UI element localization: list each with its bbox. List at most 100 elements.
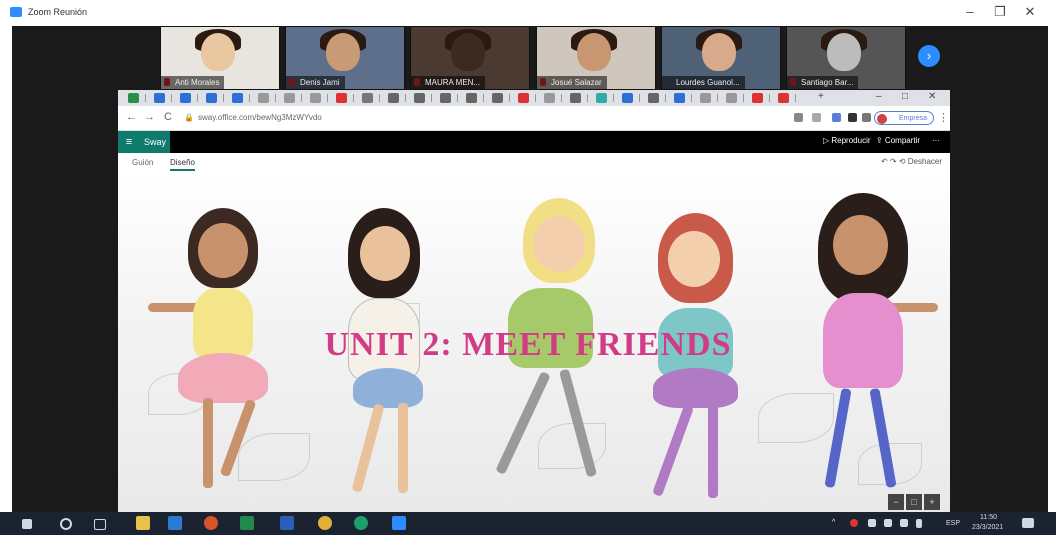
browser-tab[interactable]	[518, 93, 529, 103]
profile-button[interactable]: Empresa	[874, 111, 934, 125]
fit-button[interactable]: □	[906, 494, 922, 510]
clock-time[interactable]: 11:50	[980, 514, 997, 521]
play-button[interactable]: ▷ Reproducir	[823, 136, 871, 145]
browser-tab[interactable]	[752, 93, 763, 103]
new-tab-button[interactable]: +	[818, 91, 824, 102]
browser-tab[interactable]	[596, 93, 607, 103]
browser-tab[interactable]	[726, 93, 737, 103]
participant-face	[326, 33, 360, 71]
word-icon[interactable]	[280, 516, 294, 530]
task-view-icon[interactable]	[94, 519, 106, 530]
share-button[interactable]: ⇪ Compartir	[876, 136, 920, 145]
url-field[interactable]: sway.office.com/bewNg3MzWYvdo	[198, 113, 322, 122]
participant-tile[interactable]: Denis Jami	[285, 26, 405, 90]
forward-button[interactable]: →	[144, 111, 155, 123]
media-icon[interactable]	[862, 113, 871, 122]
browser-tab[interactable]	[674, 93, 685, 103]
browser-tab[interactable]	[362, 93, 373, 103]
more-options-icon[interactable]: ···	[932, 136, 940, 145]
browser-tab[interactable]	[544, 93, 555, 103]
search-icon[interactable]	[60, 518, 72, 530]
notifications-icon[interactable]	[1022, 518, 1034, 528]
tab-separator	[561, 94, 562, 102]
browser-tab[interactable]	[232, 93, 243, 103]
browser-minimize-button[interactable]: –	[876, 91, 882, 102]
browser-tab[interactable]	[492, 93, 503, 103]
next-participants-button[interactable]: ›	[918, 45, 940, 67]
language-indicator[interactable]: ESP	[946, 520, 960, 527]
chevron-right-icon: ›	[926, 48, 932, 63]
window-title: Zoom Reunión	[28, 7, 88, 17]
app-icon[interactable]	[354, 516, 368, 530]
reload-button[interactable]: C	[164, 111, 172, 123]
browser-tab[interactable]	[440, 93, 451, 103]
browser-tab[interactable]	[622, 93, 633, 103]
zoom-in-button[interactable]: +	[924, 494, 940, 510]
tab-storyline[interactable]: Guión	[132, 158, 153, 167]
browser-tab[interactable]	[388, 93, 399, 103]
zoom-titlebar: Zoom Reunión – ❐ ✕	[0, 0, 1056, 26]
participant-face	[451, 33, 485, 71]
extensions-puzzle-icon[interactable]	[848, 113, 857, 122]
browser-tab[interactable]	[206, 93, 217, 103]
tab-separator	[691, 94, 692, 102]
undo-redo-controls[interactable]: ↶ ↷ ⟲ Deshacer	[881, 157, 942, 166]
tray-app-icon[interactable]	[850, 519, 858, 527]
volume-icon[interactable]	[884, 519, 892, 527]
browser-tab[interactable]	[154, 93, 165, 103]
hamburger-menu-icon[interactable]: ≡	[118, 131, 140, 153]
maximize-button[interactable]: ❐	[990, 4, 1010, 20]
participant-tile[interactable]: Josué Salazar	[536, 26, 656, 90]
participant-tile[interactable]: Lourdes Guanol...	[661, 26, 781, 90]
windows-start-icon[interactable]	[22, 519, 32, 529]
browser-tab[interactable]	[648, 93, 659, 103]
participant-name: Denis Jami	[286, 76, 345, 89]
browser-tab[interactable]	[466, 93, 477, 103]
tab-design[interactable]: Diseño	[170, 158, 195, 171]
clock-date[interactable]: 23/3/2021	[972, 524, 1003, 531]
participant-face	[201, 33, 235, 71]
zoom-taskbar-icon[interactable]	[392, 516, 406, 530]
browser-tab[interactable]	[778, 93, 789, 103]
participant-name: Josué Salazar	[537, 76, 607, 89]
browser-tab[interactable]	[414, 93, 425, 103]
participant-tile[interactable]: Santiago Bar...	[786, 26, 906, 90]
zoom-out-button[interactable]: −	[888, 494, 904, 510]
browser-tab[interactable]	[336, 93, 347, 103]
tab-separator	[353, 94, 354, 102]
browser-tab[interactable]	[128, 93, 139, 103]
browser-tab[interactable]	[284, 93, 295, 103]
browser-tab[interactable]	[310, 93, 321, 103]
meeting-view: Anti Morales Denis Jami MAURA MEN... Jos…	[12, 26, 1048, 512]
windows-taskbar: ^ ESP 11:50 23/3/2021	[0, 512, 1056, 535]
star-icon[interactable]	[812, 113, 821, 122]
browser-maximize-button[interactable]: □	[902, 91, 908, 102]
browser-tab[interactable]	[700, 93, 711, 103]
address-bar-row: ← → C 🔒 sway.office.com/bewNg3MzWYvdo Em…	[118, 106, 950, 131]
browser-close-button[interactable]: ✕	[928, 91, 936, 102]
extension-icon[interactable]	[832, 113, 841, 122]
tray-chevron-icon[interactable]: ^	[832, 519, 835, 526]
mic-icon[interactable]	[916, 519, 922, 528]
participant-name: MAURA MEN...	[411, 76, 486, 89]
back-button[interactable]: ←	[126, 111, 137, 123]
close-button[interactable]: ✕	[1020, 4, 1040, 20]
tab-separator	[145, 94, 146, 102]
chrome-icon[interactable]	[318, 516, 332, 530]
participant-tile[interactable]: MAURA MEN...	[410, 26, 530, 90]
minimize-button[interactable]: –	[960, 4, 980, 19]
browser-tab[interactable]	[258, 93, 269, 103]
tab-separator	[639, 94, 640, 102]
browser-tab[interactable]	[570, 93, 581, 103]
search-icon[interactable]	[794, 113, 803, 122]
battery-icon[interactable]	[900, 519, 908, 527]
excel-icon[interactable]	[240, 516, 254, 530]
file-explorer-icon[interactable]	[136, 516, 150, 530]
browser-menu-icon[interactable]: ⋮	[938, 111, 949, 124]
powerpoint-icon[interactable]	[204, 516, 218, 530]
edge-icon[interactable]	[168, 516, 182, 530]
participant-tile[interactable]: Anti Morales	[160, 26, 280, 90]
tab-separator	[717, 94, 718, 102]
network-icon[interactable]	[868, 519, 876, 527]
browser-tab[interactable]	[180, 93, 191, 103]
